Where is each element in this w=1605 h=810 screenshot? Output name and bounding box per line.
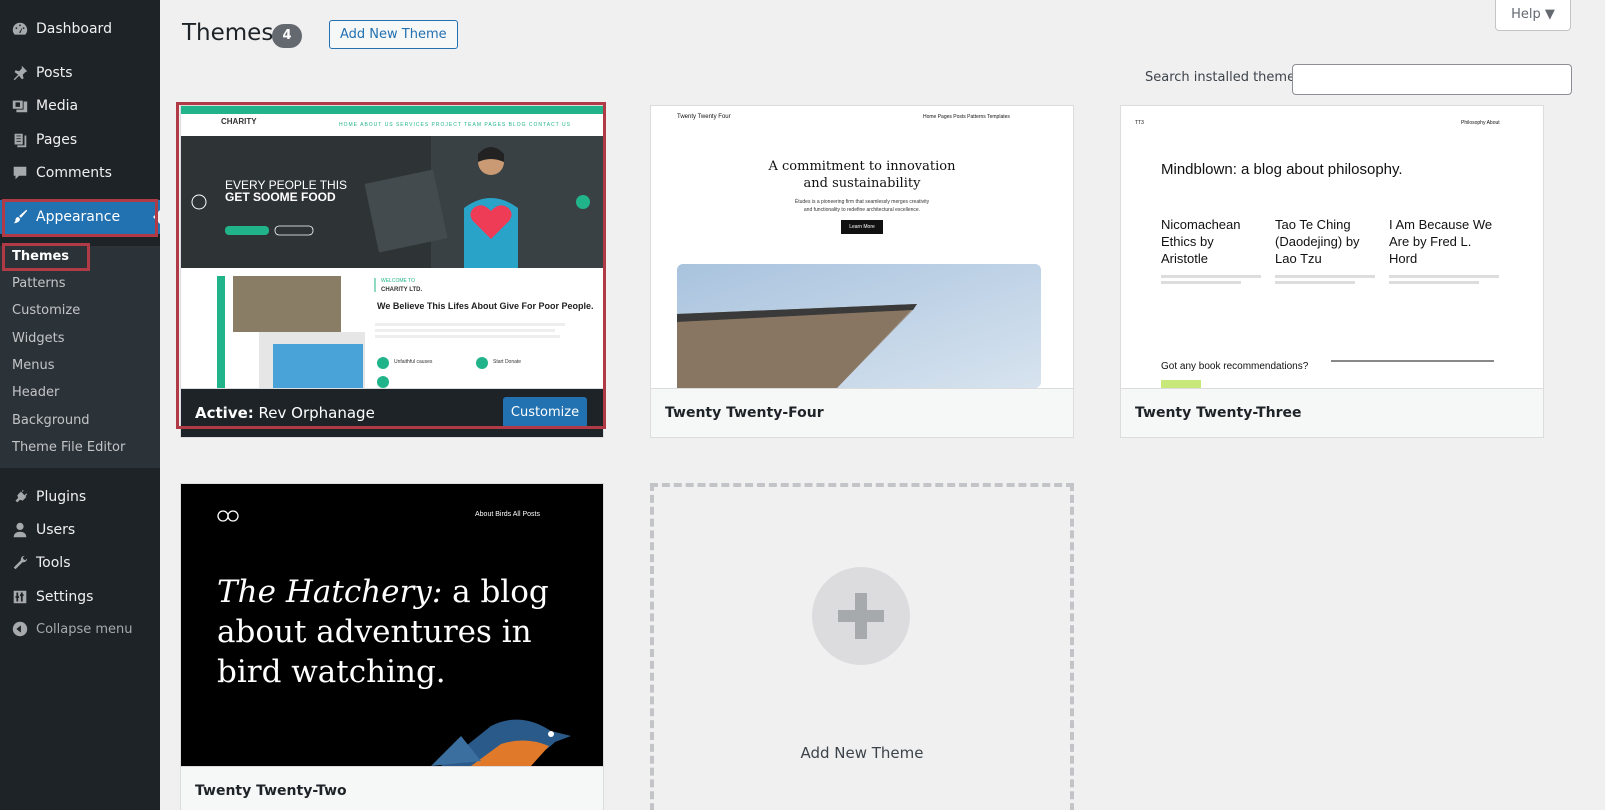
active-theme-name: Rev Orphanage — [258, 404, 375, 422]
active-label: Active: — [195, 404, 254, 422]
sidebar-item-users[interactable]: Users — [0, 513, 160, 547]
preview-footer-text: Got any book recommendations? — [1161, 361, 1309, 372]
sidebar-item-label: Dashboard — [36, 21, 112, 37]
add-new-theme-button[interactable]: Add New Theme — [329, 20, 458, 49]
sidebar-item-label: Pages — [36, 132, 78, 148]
sidebar-item-settings[interactable]: Settings — [0, 580, 160, 614]
sidebar-item-label: Media — [36, 98, 79, 114]
sidebar-item-label: Comments — [36, 165, 112, 181]
preview-building-image — [677, 264, 1041, 388]
wrench-icon — [10, 553, 30, 573]
preview-item2: Start Donate — [493, 359, 522, 365]
preview-company: CHARITY LTD. — [381, 287, 423, 293]
main-content: Themes 4 Add New Theme Help ▼ Search ins… — [160, 0, 1605, 810]
preview-nav: Home Pages Posts Patterns Templates — [923, 114, 1010, 120]
sidebar-item-pages[interactable]: Pages — [0, 123, 160, 157]
plug-icon — [10, 487, 30, 507]
preview-bird-image — [431, 719, 571, 766]
preview-welcome: WELCOME TO — [381, 278, 415, 284]
sidebar-item-posts[interactable]: Posts — [0, 56, 160, 90]
search-label: Search installed themes — [1145, 70, 1302, 85]
theme-card-twenty-twenty-two[interactable]: About Birds All Posts The Hatchery: a bl… — [180, 483, 604, 810]
collapse-icon — [10, 619, 30, 639]
preview-nav: HOME ABOUT US SERVICES PROJECT TEAM PAGE… — [339, 122, 571, 128]
add-new-theme-card[interactable]: Add New Theme — [650, 483, 1074, 810]
submenu-item-widgets[interactable]: Widgets — [12, 328, 65, 350]
theme-count-badge: 4 — [272, 24, 302, 48]
theme-screenshot: Twenty Twenty Four Home Pages Posts Patt… — [651, 106, 1073, 388]
preview-headline: We Believe This Lifes About Give For Poo… — [377, 301, 594, 311]
submenu-item-themes[interactable]: Themes — [12, 246, 69, 268]
collapse-menu-button[interactable]: Collapse menu — [0, 612, 160, 646]
theme-card-rev-orphanage[interactable]: CHARITY HOME ABOUT US SERVICES PROJECT T… — [180, 105, 604, 438]
admin-sidebar: Dashboard Posts Media Pages Comments App… — [0, 0, 160, 810]
submenu-item-patterns[interactable]: Patterns — [12, 273, 66, 295]
sidebar-item-comments[interactable]: Comments — [0, 156, 160, 190]
preview-headline: A commitment to innovation and sustainab… — [768, 159, 956, 191]
theme-screenshot: CHARITY HOME ABOUT US SERVICES PROJECT T… — [181, 106, 603, 388]
pin-icon — [10, 63, 30, 83]
appearance-submenu: Themes Patterns Customize Widgets Menus … — [0, 246, 160, 468]
theme-screenshot: TT3 Philosophy About Mindblown: a blog a… — [1121, 106, 1543, 388]
preview-nav: About Birds All Posts — [475, 511, 540, 518]
sidebar-item-label: Plugins — [36, 489, 87, 505]
brush-icon — [10, 207, 30, 227]
submenu-item-theme-file-editor[interactable]: Theme File Editor — [12, 437, 125, 459]
sidebar-item-label: Posts — [36, 65, 73, 81]
submenu-item-menus[interactable]: Menus — [12, 355, 54, 377]
sidebar-item-label: Appearance — [36, 209, 121, 225]
theme-name: Twenty Twenty-Four — [651, 388, 1073, 437]
preview-hero-line2: GET SOOME FOOD — [225, 190, 336, 204]
plus-icon — [812, 567, 910, 665]
preview-button: Learn More — [841, 220, 883, 234]
search-input[interactable] — [1292, 64, 1572, 95]
theme-card-twenty-twenty-four[interactable]: Twenty Twenty Four Home Pages Posts Patt… — [650, 105, 1074, 438]
theme-card-twenty-twenty-three[interactable]: TT3 Philosophy About Mindblown: a blog a… — [1120, 105, 1544, 438]
help-tab-button[interactable]: Help ▼ — [1495, 0, 1571, 31]
preview-site-title: Twenty Twenty Four — [677, 114, 731, 120]
dashboard-icon — [10, 19, 30, 39]
submenu-item-header[interactable]: Header — [12, 382, 59, 404]
submenu-item-customize[interactable]: Customize — [12, 300, 80, 322]
submenu-item-background[interactable]: Background — [12, 410, 90, 432]
theme-name: Twenty Twenty-Two — [181, 766, 603, 810]
preview-item1: Unfaithful causes — [394, 359, 433, 365]
media-icon — [10, 96, 30, 116]
page-title: Themes — [182, 20, 274, 46]
customize-button[interactable]: Customize — [503, 397, 587, 428]
preview-subtext: Études is a pioneering firm that seamles… — [794, 199, 930, 213]
current-menu-arrow — [153, 210, 160, 224]
sidebar-item-appearance[interactable]: Appearance — [0, 200, 160, 234]
settings-icon — [10, 587, 30, 607]
sidebar-item-label: Collapse menu — [36, 621, 133, 637]
sidebar-item-label: Settings — [36, 589, 94, 605]
sidebar-item-label: Tools — [36, 555, 71, 571]
sidebar-item-media[interactable]: Media — [0, 89, 160, 123]
preview-person-image — [464, 147, 518, 268]
pages-icon — [10, 130, 30, 150]
preview-headline: The Hatchery: a blog about adventures in… — [217, 574, 549, 690]
sidebar-item-plugins[interactable]: Plugins — [0, 480, 160, 514]
theme-screenshot: About Birds All Posts The Hatchery: a bl… — [181, 484, 603, 766]
sidebar-item-dashboard[interactable]: Dashboard — [0, 12, 160, 46]
preview-logo: CHARITY — [221, 117, 257, 126]
sidebar-item-tools[interactable]: Tools — [0, 546, 160, 580]
sidebar-item-label: Users — [36, 522, 76, 538]
theme-name: Twenty Twenty-Three — [1121, 388, 1543, 437]
comment-icon — [10, 163, 30, 183]
add-new-theme-label: Add New Theme — [800, 744, 924, 762]
preview-logo-icon — [217, 510, 239, 522]
user-icon — [10, 520, 30, 540]
